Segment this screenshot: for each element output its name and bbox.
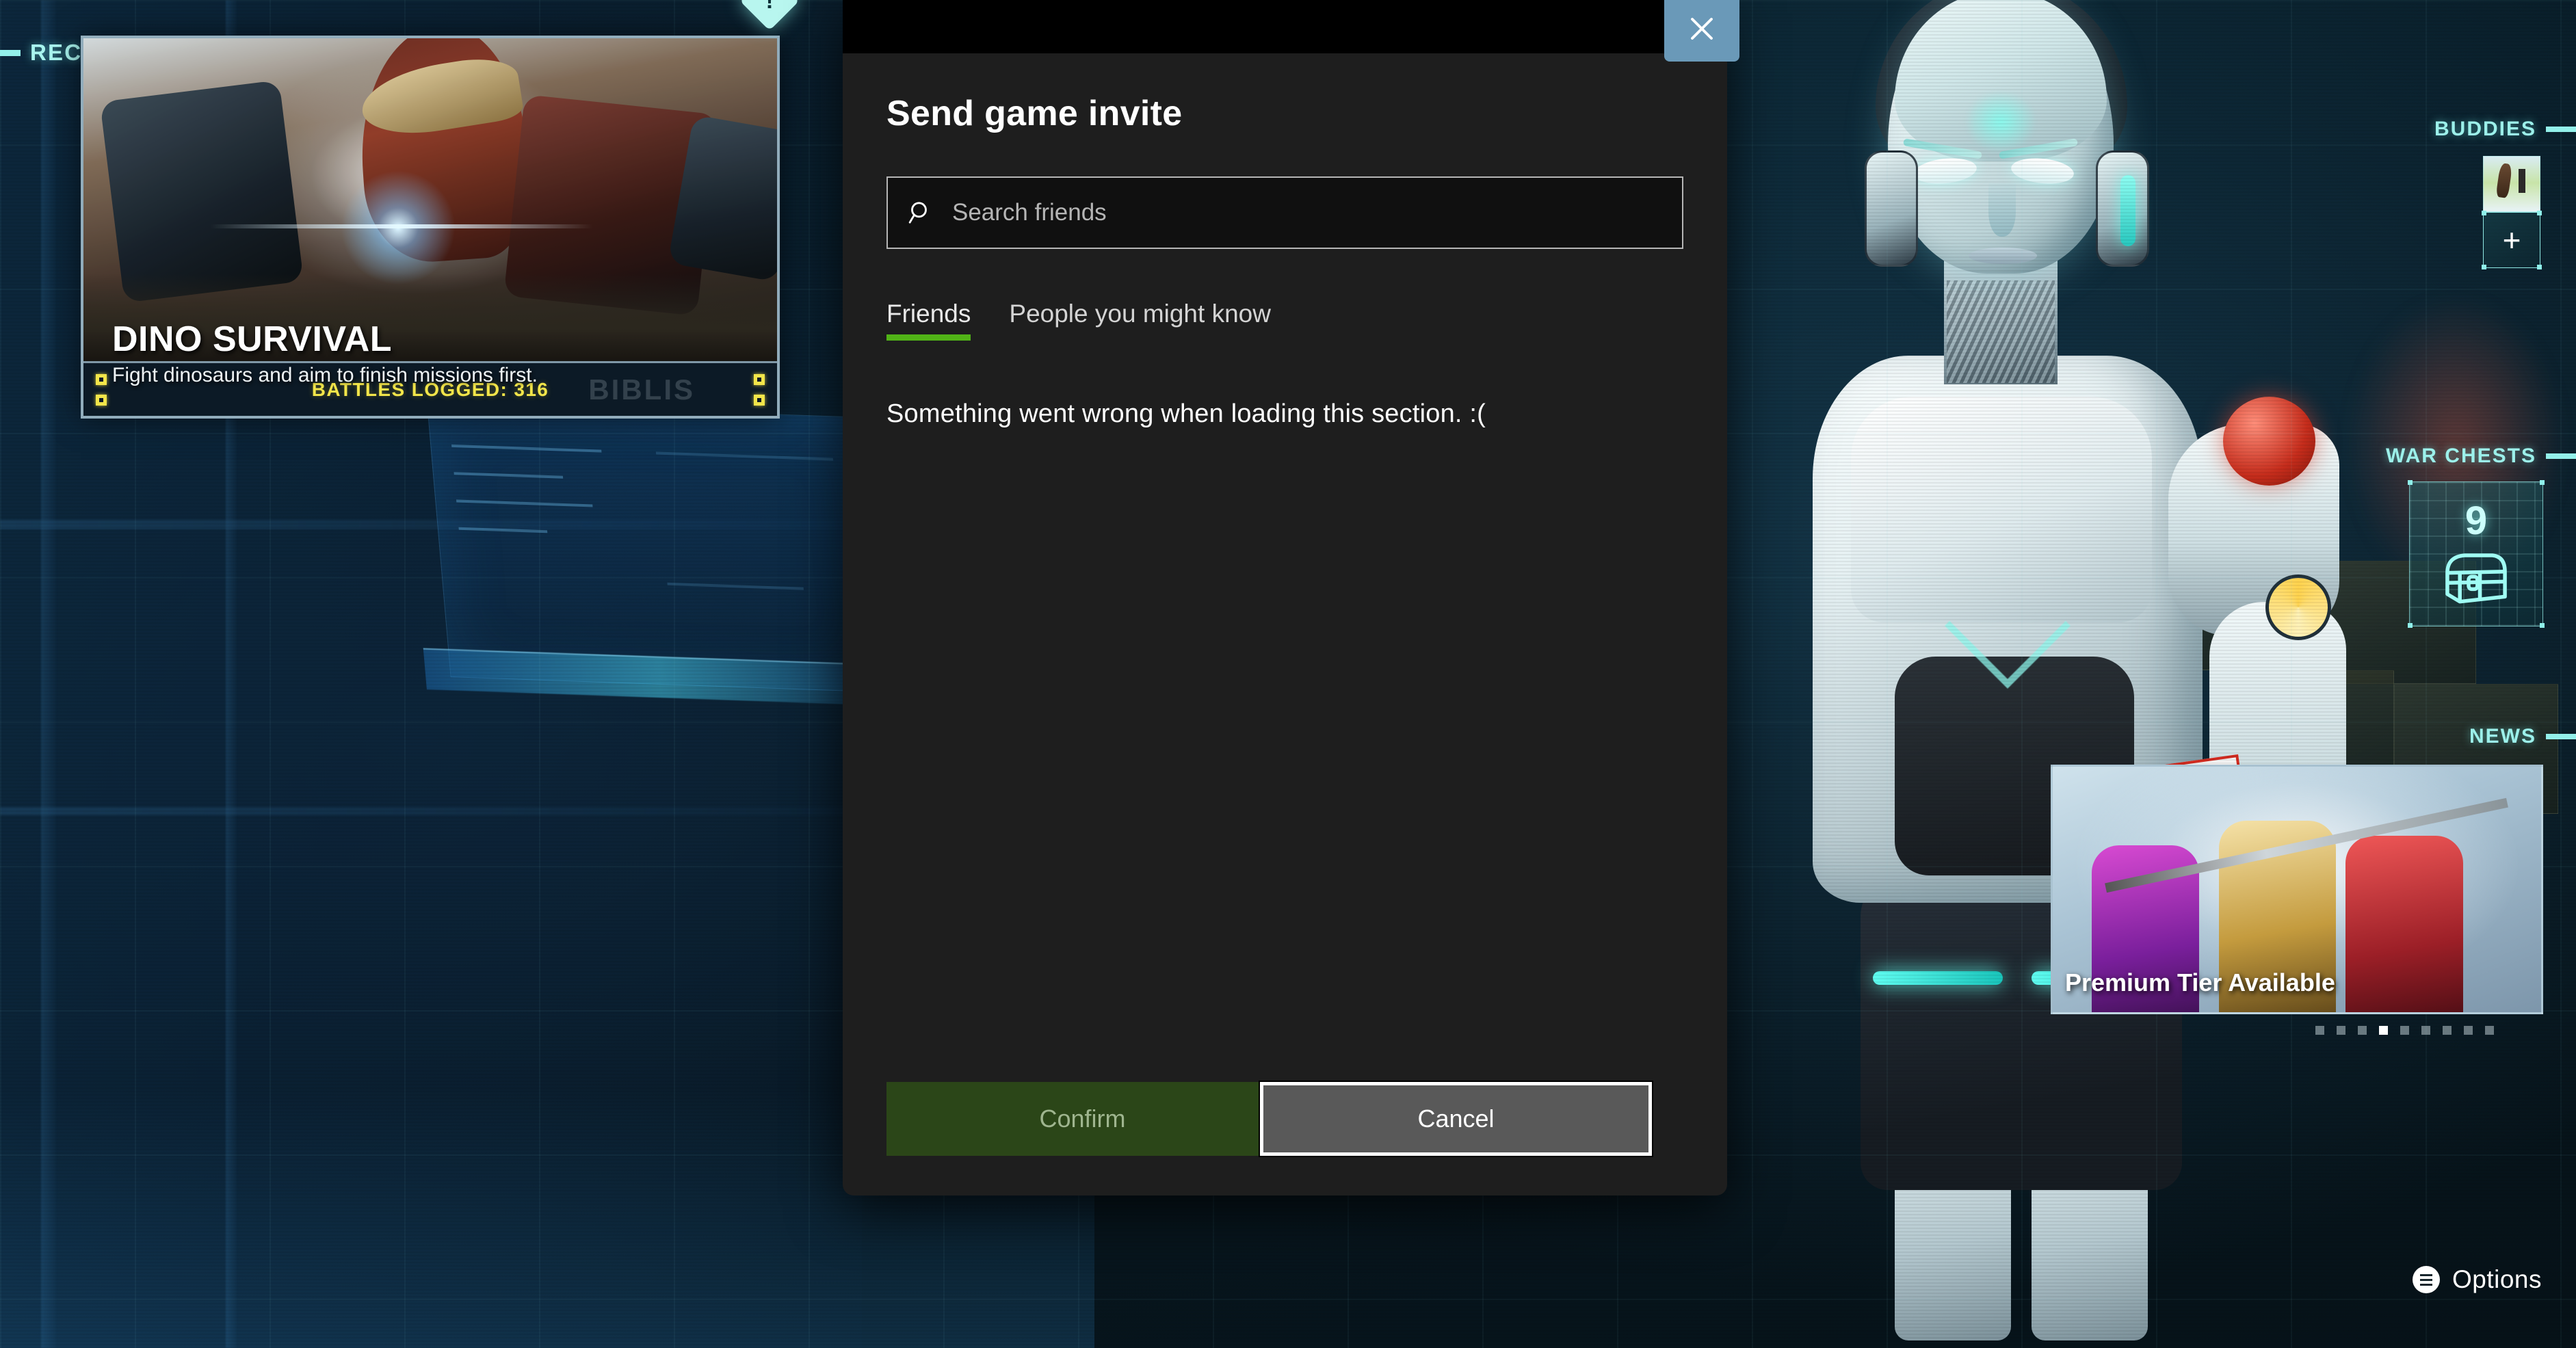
confirm-button[interactable]: Confirm xyxy=(886,1082,1278,1156)
tab-active-underline xyxy=(886,334,971,341)
add-buddy-button[interactable]: + xyxy=(2482,211,2542,269)
war-chests-label: WAR CHESTS xyxy=(2385,445,2536,467)
search-input[interactable] xyxy=(952,199,1663,226)
android-character: DANGERHIGHVOLTAGE xyxy=(1690,0,2346,1340)
dialog-body: Send game invite Friends People you migh… xyxy=(843,53,1727,1195)
game-card-title: DINO SURVIVAL xyxy=(112,319,393,359)
send-game-invite-dialog: Send game invite Friends People you migh… xyxy=(843,0,1739,1195)
war-chests-header: WAR CHESTS xyxy=(2386,445,2576,468)
dialog-footer: Confirm Cancel xyxy=(886,1081,1683,1157)
options-button[interactable]: Options xyxy=(2412,1265,2542,1294)
section-error-message: Something went wrong when loading this s… xyxy=(886,399,1486,428)
recommended-game-card[interactable]: DINO SURVIVAL Fight dinosaurs and aim to… xyxy=(81,36,780,419)
buddies-list: + xyxy=(2482,156,2542,269)
tab-friends[interactable]: Friends xyxy=(886,300,971,341)
game-watermark: BIBLIS xyxy=(588,373,695,406)
news-headline: Premium Tier Available xyxy=(2065,968,2335,996)
holographic-display xyxy=(426,401,887,693)
buddies-header: BUDDIES xyxy=(2434,118,2576,141)
section-dash-marker xyxy=(2546,453,2576,459)
carousel-dot[interactable] xyxy=(2443,1026,2452,1035)
corner-marker-right xyxy=(754,374,765,406)
tab-friends-label: Friends xyxy=(886,300,971,328)
buddy-avatar[interactable] xyxy=(2483,156,2540,212)
news-carousel-dots[interactable] xyxy=(2315,1026,2494,1035)
tab-people-you-might-know-label: People you might know xyxy=(1009,300,1271,328)
close-icon xyxy=(1691,18,1713,40)
close-button[interactable] xyxy=(1664,0,1739,62)
section-dash-marker xyxy=(0,49,21,56)
dialog-titlebar xyxy=(843,0,1727,53)
hamburger-menu-icon xyxy=(2412,1266,2440,1293)
carousel-dot[interactable] xyxy=(2421,1026,2430,1035)
game-card-text: DINO SURVIVAL Fight dinosaurs and aim to… xyxy=(112,319,538,387)
treasure-chest-icon xyxy=(2445,553,2507,604)
notification-badge-label: ! xyxy=(765,0,774,14)
game-card-subtitle: Fight dinosaurs and aim to finish missio… xyxy=(112,364,538,386)
cancel-button[interactable]: Cancel xyxy=(1259,1081,1653,1157)
carousel-dot[interactable] xyxy=(2358,1026,2367,1035)
game-card-artwork xyxy=(83,38,777,365)
search-icon xyxy=(908,202,927,224)
news-card[interactable]: Premium Tier Available xyxy=(2051,765,2543,1014)
war-chests-tile[interactable]: 9 xyxy=(2408,480,2545,628)
tab-people-you-might-know[interactable]: People you might know xyxy=(1009,300,1271,341)
buddies-label: BUDDIES xyxy=(2434,118,2536,140)
carousel-dot[interactable] xyxy=(2400,1026,2409,1035)
dialog-title: Send game invite xyxy=(886,94,1183,133)
dialog-tabs: Friends People you might know xyxy=(886,300,1683,341)
section-dash-marker xyxy=(2546,127,2576,132)
corner-marker-left xyxy=(96,374,107,406)
search-friends-field[interactable] xyxy=(886,176,1683,249)
plus-icon: + xyxy=(2502,222,2521,258)
options-label: Options xyxy=(2452,1265,2542,1293)
carousel-dot[interactable] xyxy=(2464,1026,2473,1035)
carousel-dot[interactable] xyxy=(2315,1026,2324,1035)
carousel-dot[interactable] xyxy=(2485,1026,2494,1035)
carousel-dot[interactable] xyxy=(2337,1026,2345,1035)
news-label: NEWS xyxy=(2469,725,2536,748)
section-dash-marker xyxy=(2546,734,2576,739)
war-chests-count: 9 xyxy=(2465,499,2488,543)
news-header: NEWS xyxy=(2469,725,2576,748)
carousel-dot-active[interactable] xyxy=(2379,1026,2388,1035)
